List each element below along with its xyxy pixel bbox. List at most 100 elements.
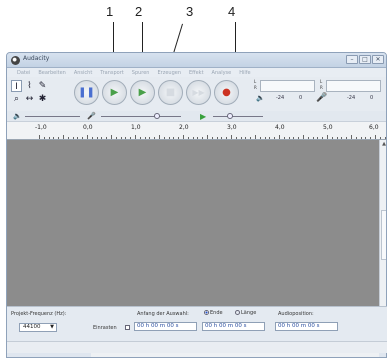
- ruler-tick: [341, 137, 343, 139]
- ruler-tick: [125, 137, 127, 139]
- ruler-tick: [48, 137, 50, 139]
- ruler-tick: [173, 137, 175, 139]
- meter-left-label-2: L: [320, 79, 323, 84]
- menu-ansicht[interactable]: Ansicht: [70, 68, 96, 77]
- status-bar: [7, 341, 387, 353]
- audio-position-field[interactable]: 00 h 00 m 00 s: [275, 322, 338, 331]
- ruler-tick: [67, 137, 69, 139]
- menu-hilfe[interactable]: Hilfe: [235, 68, 254, 77]
- multi-tool-icon[interactable]: ✱: [37, 93, 48, 105]
- ruler-tick: [245, 137, 247, 139]
- ruler-tick: [375, 135, 376, 139]
- input-volume-track[interactable]: [101, 116, 181, 117]
- scroll-up-icon[interactable]: ▲: [380, 141, 386, 147]
- project-rate-label: Projekt-Frequenz (Hz):: [11, 311, 67, 317]
- ruler-tick: [130, 137, 132, 139]
- tools-toolbar: I ⌇ ✎ ⌕ ↔ ✱: [11, 80, 51, 106]
- menu-erzeugen[interactable]: Erzeugen: [153, 68, 185, 77]
- ruler-tick: [111, 135, 112, 139]
- ruler-tick: [303, 135, 304, 139]
- ruler-tick: [226, 137, 228, 139]
- ruler-tick: [120, 137, 122, 139]
- ruler-label: 2,0: [179, 124, 189, 131]
- menu-datei[interactable]: Datei: [13, 68, 34, 77]
- window-controls: – □ ✕: [346, 55, 384, 64]
- ruler-tick: [149, 137, 151, 139]
- record-button[interactable]: ●: [214, 80, 239, 105]
- record-level-bar[interactable]: [326, 80, 381, 92]
- ruler-tick: [331, 137, 333, 139]
- minimize-button[interactable]: –: [346, 55, 358, 64]
- meter-scale-3: -24: [347, 95, 356, 101]
- pause-button[interactable]: ❚❚: [74, 80, 99, 105]
- ruler-tick: [163, 137, 165, 139]
- input-volume-slider[interactable]: [154, 113, 160, 119]
- project-rate-select[interactable]: 44100 ▼: [19, 323, 57, 332]
- snap-checkbox[interactable]: [125, 325, 130, 330]
- length-radio-label: Länge: [241, 310, 257, 316]
- pause-icon: ❚❚: [78, 87, 95, 98]
- selection-start-label: Anfang der Auswahl:: [137, 311, 189, 317]
- selection-end-field[interactable]: 00 h 00 m 00 s: [202, 322, 265, 331]
- ruler-tick: [115, 137, 117, 139]
- ruler-tick: [72, 137, 74, 139]
- chevron-down-icon: ▼: [50, 324, 54, 330]
- ruler-tick: [187, 137, 189, 139]
- ruler-tick: [82, 137, 84, 139]
- ruler-label: 4,0: [275, 124, 285, 131]
- zoom-tool-icon[interactable]: ⌕: [11, 93, 22, 105]
- speaker-meter-icon[interactable]: 🔈: [256, 94, 265, 102]
- selection-tool-icon[interactable]: I: [11, 80, 22, 92]
- ruler-tick: [154, 137, 156, 139]
- ruler-tick: [87, 135, 88, 139]
- menu-spuren[interactable]: Spuren: [128, 68, 154, 77]
- ruler-tick: [77, 137, 79, 139]
- project-rate-value: 44100: [23, 324, 41, 330]
- ruler-tick: [269, 137, 271, 139]
- skip-end-icon: ▶▶: [192, 88, 205, 97]
- ruler-tick: [288, 137, 290, 139]
- ruler-tick: [178, 137, 180, 139]
- play-button[interactable]: ▶: [102, 80, 127, 105]
- ruler-tick: [379, 137, 381, 139]
- menu-analyse[interactable]: Analyse: [208, 68, 236, 77]
- menu-transport[interactable]: Transport: [96, 68, 127, 77]
- ruler-tick: [63, 135, 64, 139]
- ruler-tick: [101, 137, 103, 139]
- horizontal-scrollbar[interactable]: [91, 353, 379, 357]
- ruler-label: 3,0: [227, 124, 237, 131]
- envelope-tool-icon[interactable]: ⌇: [24, 80, 35, 92]
- snap-label: Einrasten: [93, 325, 117, 331]
- ruler-tick: [370, 137, 372, 139]
- menu-bearbeiten[interactable]: Bearbeiten: [34, 68, 69, 77]
- timeshift-tool-icon[interactable]: ↔: [24, 93, 35, 105]
- microphone-icon: 🎤: [87, 112, 96, 120]
- ruler-tick: [298, 137, 300, 139]
- play-speed-track[interactable]: [213, 116, 263, 117]
- skip-to-end-button[interactable]: ▶▶: [186, 80, 211, 105]
- loop-play-button[interactable]: ▶: [130, 80, 155, 105]
- selection-start-field[interactable]: 00 h 00 m 00 s: [134, 322, 197, 331]
- menu-effekt[interactable]: Effekt: [185, 68, 208, 77]
- ruler-label: 5,0: [323, 124, 333, 131]
- length-radio[interactable]: Länge: [235, 310, 256, 316]
- output-volume-track[interactable]: [25, 116, 80, 117]
- microphone-meter-icon[interactable]: 🎤: [316, 93, 327, 103]
- ruler-tick: [384, 137, 386, 139]
- ruler-tick: [135, 135, 136, 139]
- output-volume-icon: 🔈: [13, 112, 22, 120]
- meter-right-label: R: [254, 85, 257, 90]
- draw-tool-icon[interactable]: ✎: [37, 80, 48, 92]
- close-button[interactable]: ✕: [372, 55, 384, 64]
- meter-scale-1: -24: [276, 95, 285, 101]
- vertical-scroll-thumb[interactable]: [381, 210, 386, 260]
- play-at-speed-icon[interactable]: ▶: [200, 111, 206, 122]
- end-radio[interactable]: Ende: [204, 310, 223, 316]
- playback-level-bar[interactable]: [260, 80, 315, 92]
- callout-2: 2: [135, 4, 143, 19]
- maximize-button[interactable]: □: [359, 55, 371, 64]
- play-speed-slider[interactable]: [227, 113, 233, 119]
- meter-left-label: L: [254, 79, 257, 84]
- stop-button[interactable]: ■: [158, 80, 183, 105]
- timeline-ruler[interactable]: -1,0 0,0 1,0 2,0 3,0 4,0 5,0 6,0: [7, 122, 386, 140]
